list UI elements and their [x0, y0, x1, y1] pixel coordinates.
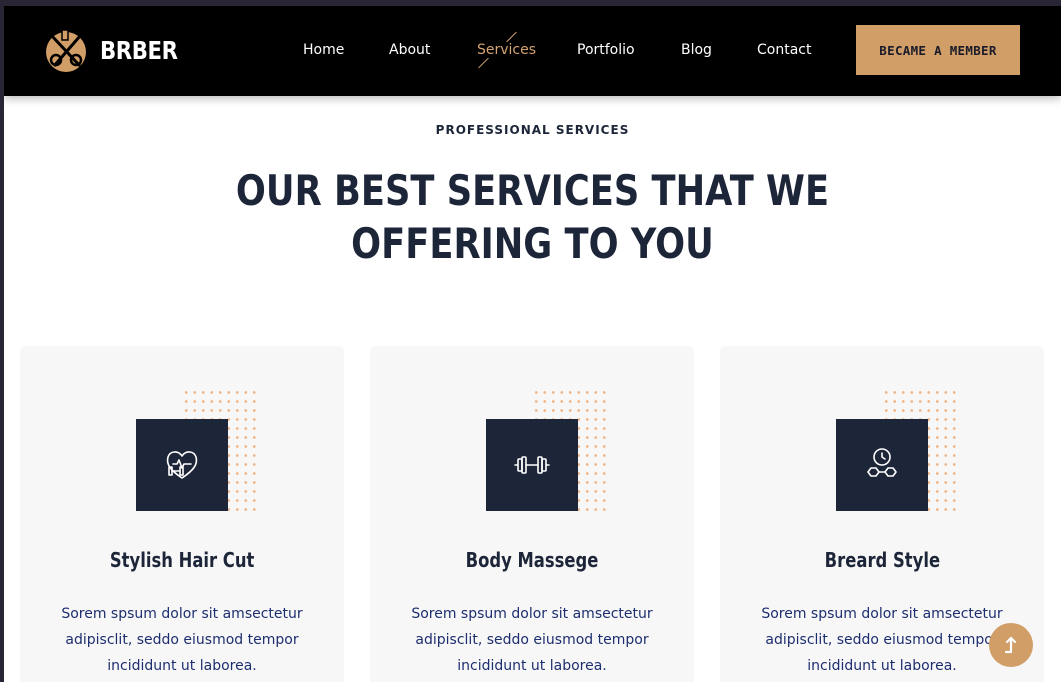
nav-link-about[interactable]: About: [389, 40, 430, 60]
page: BRBER Home About Services Portfolio Blog…: [4, 6, 1061, 682]
become-member-button[interactable]: BECAME A MEMBER: [856, 25, 1020, 75]
section-eyebrow: PROFESSIONAL SERVICES: [435, 123, 630, 137]
nav-link-contact[interactable]: Contact: [757, 40, 811, 60]
service-icon-box: [136, 419, 228, 511]
headline-line-1: OUR BEST SERVICES THAT WE: [235, 166, 830, 215]
arrow-up-icon: [1004, 636, 1017, 654]
nav-link-portfolio[interactable]: Portfolio: [577, 40, 635, 60]
service-title: Body Massege: [465, 548, 599, 572]
service-icon-box: [836, 419, 928, 511]
service-description: Sorem spsum dolor sit amsectetur adipisc…: [61, 606, 303, 674]
nav-link-home[interactable]: Home: [303, 40, 344, 60]
service-icon-box: [486, 419, 578, 511]
heart-dumbbell-icon: [166, 451, 198, 479]
clock-dumbbell-icon: [867, 448, 897, 477]
nav-link-services[interactable]: Services: [477, 40, 536, 60]
service-description: Sorem spsum dolor sit amsectetur adipisc…: [411, 606, 653, 674]
navbar: BRBER Home About Services Portfolio Blog…: [4, 6, 1061, 96]
service-card-hair-cut[interactable]: Stylish Hair Cut Sorem spsum dolor sit a…: [20, 346, 344, 682]
dumbbell-icon: [514, 456, 550, 474]
service-title: Stylish Hair Cut: [109, 548, 255, 572]
service-title: Breard Style: [824, 548, 940, 572]
service-description: Sorem spsum dolor sit amsectetur adipisc…: [761, 606, 1003, 674]
nav-link-blog[interactable]: Blog: [681, 40, 712, 60]
section-headline: OUR BEST SERVICES THAT WE OFFERING TO YO…: [4, 164, 1061, 270]
scroll-to-top-button[interactable]: [989, 623, 1033, 667]
headline-line-2: OFFERING TO YOU: [351, 219, 714, 268]
service-card-body-massage[interactable]: Body Massege Sorem spsum dolor sit amsec…: [370, 346, 694, 682]
